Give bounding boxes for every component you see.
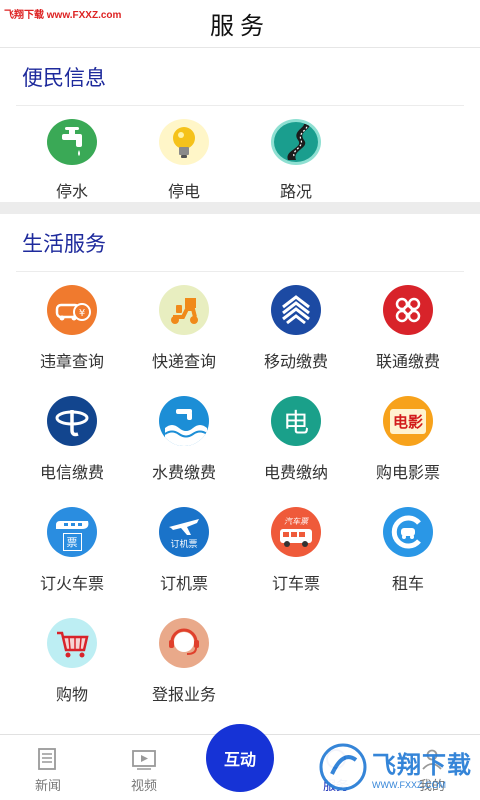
video-icon [132, 750, 156, 770]
car-ticket-icon: ¥ [47, 285, 97, 335]
convenience-info-section: 便民信息 停水 停电 路况 [0, 48, 480, 202]
section-divider [0, 202, 480, 214]
service-item-bus-tickets[interactable]: 汽车票 订车票 [240, 494, 352, 605]
service-item-unicom-payment[interactable]: 联通缴费 [352, 272, 464, 383]
service-item-newspaper-notice[interactable]: 登报业务 [128, 605, 240, 716]
service-item-label: 购电影票 [375, 465, 440, 482]
tab-video[interactable]: 视频 [96, 735, 192, 800]
airplane-icon: 订机票 [159, 507, 209, 557]
headset-agent-icon [159, 618, 209, 668]
news-icon [38, 748, 56, 770]
service-item-telecom-payment[interactable]: 电信缴费 [16, 383, 128, 494]
service-grid: ¥ 违章查询 快递查询 移动缴费 联通缴费 电信缴费 水费缴费 电 电费缴纳 电… [16, 272, 464, 716]
interact-center-button[interactable]: 互动 [206, 724, 274, 792]
watermark-text: 飞翔下载 www.FXXZ.com [4, 10, 122, 21]
service-item-train-tickets[interactable]: 票 订火车票 [16, 494, 128, 605]
delivery-scooter-icon [159, 285, 209, 335]
shopping-cart-icon [47, 618, 97, 668]
service-item-label: 停水 [55, 184, 88, 201]
watermark-logo: 飞翔下载 WWW.FXXZ.COM [318, 738, 472, 796]
svg-text:¥: ¥ [79, 308, 85, 319]
fxxz-logo-icon [319, 743, 367, 791]
service-item-label: 电信缴费 [39, 465, 104, 482]
service-item-label: 停电 [167, 184, 200, 201]
flight-ticket-glyph: 订机票 [170, 538, 198, 549]
electricity-glyph: 电 [282, 408, 309, 439]
movie-ticket-glyph: 电影 [389, 408, 426, 434]
bus-ticket-glyph: 汽车票 [284, 516, 308, 526]
electricity-icon: 电 [271, 396, 321, 446]
service-item-power-outage[interactable]: 停电 [128, 106, 240, 202]
section-title: 便民信息 [22, 66, 106, 90]
service-item-shopping[interactable]: 购物 [16, 605, 128, 716]
service-item-label: 订火车票 [39, 576, 104, 593]
service-item-movie-tickets[interactable]: 电影 购电影票 [352, 383, 464, 494]
china-unicom-icon [383, 285, 433, 335]
service-item-mobile-payment[interactable]: 移动缴费 [240, 272, 352, 383]
movie-ticket-icon: 电影 [383, 396, 433, 446]
service-item-label: 订车票 [271, 576, 320, 593]
road-icon [271, 119, 321, 165]
water-tap-icon [47, 119, 97, 165]
tab-label: 视频 [130, 778, 157, 793]
service-item-label: 快递查询 [151, 354, 216, 371]
china-mobile-icon [271, 285, 321, 335]
service-item-label: 移动缴费 [263, 354, 328, 371]
car-rental-icon [383, 507, 433, 557]
life-services-section: 生活服务 ¥ 违章查询 快递查询 移动缴费 联通缴费 电信缴费 水费缴费 电 电… [0, 214, 480, 716]
service-item-label: 电费缴纳 [263, 465, 328, 482]
bus-icon: 汽车票 [271, 507, 321, 557]
water-wave-icon [159, 396, 209, 446]
service-item-label: 租车 [391, 576, 424, 593]
service-item-express-tracking[interactable]: 快递查询 [128, 272, 240, 383]
tab-news[interactable]: 新闻 [0, 735, 96, 800]
china-telecom-icon [47, 396, 97, 446]
section-title: 生活服务 [22, 232, 106, 256]
service-item-road-conditions[interactable]: 路况 [240, 106, 352, 202]
tab-label: 新闻 [34, 778, 61, 793]
service-item-label: 联通缴费 [375, 354, 440, 371]
service-grid: 停水 停电 路况 [16, 106, 464, 202]
service-item-electricity-bill[interactable]: 电 电费缴纳 [240, 383, 352, 494]
page-title: 服务 [210, 13, 270, 40]
service-item-water-outage[interactable]: 停水 [16, 106, 128, 202]
service-item-water-bill[interactable]: 水费缴费 [128, 383, 240, 494]
service-item-label: 登报业务 [151, 687, 216, 704]
service-item-label: 购物 [55, 687, 88, 704]
watermark-logo-text: 飞翔下载 [372, 751, 472, 779]
service-item-flight-tickets[interactable]: 订机票 订机票 [128, 494, 240, 605]
train-icon: 票 [47, 507, 97, 557]
service-item-label: 路况 [279, 184, 312, 201]
section-header: 便民信息 [16, 48, 464, 106]
watermark-logo-url: WWW.FXXZ.COM [372, 779, 446, 790]
lightbulb-icon [159, 119, 209, 165]
service-item-label: 违章查询 [39, 354, 104, 371]
service-item-car-rental[interactable]: 租车 [352, 494, 464, 605]
train-ticket-glyph: 票 [62, 533, 82, 551]
service-item-label: 水费缴费 [151, 465, 216, 482]
service-item-label: 订机票 [159, 576, 208, 593]
section-header: 生活服务 [16, 214, 464, 272]
service-item-traffic-violation[interactable]: ¥ 违章查询 [16, 272, 128, 383]
